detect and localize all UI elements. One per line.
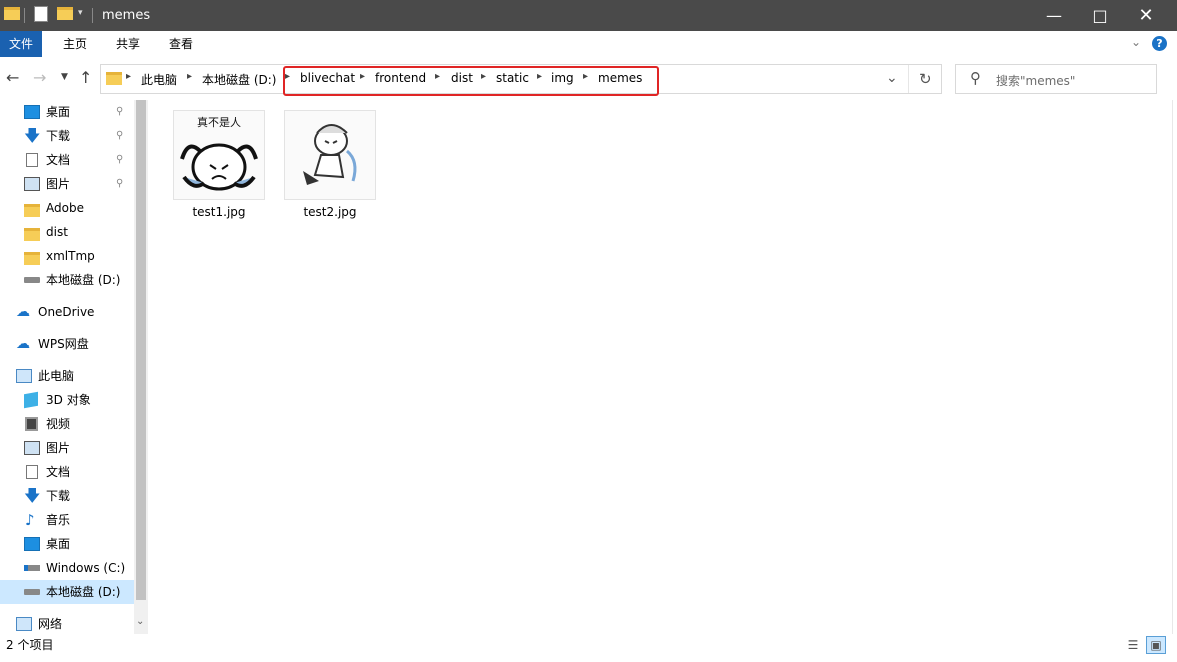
search-placeholder: 搜索"memes" <box>996 74 1076 88</box>
address-dropdown-icon[interactable]: ⌄ <box>886 70 898 86</box>
sidebar-item-videos[interactable]: 视频 <box>0 412 134 436</box>
minimize-button[interactable]: — <box>1031 0 1077 31</box>
quick-access-dropdown-icon[interactable]: ▾ <box>78 8 83 18</box>
file-thumbnail: 真不是人 <box>173 110 265 200</box>
download-icon: 🡇 <box>24 126 41 145</box>
tab-home[interactable]: 主页 <box>54 31 96 57</box>
file-name: test1.jpg <box>192 205 246 219</box>
search-input[interactable]: ⚲ 搜索"memes" <box>955 64 1157 94</box>
maximize-button[interactable]: □ <box>1077 0 1123 31</box>
sidebar-item-onedrive[interactable]: ☁ OneDrive <box>0 300 134 324</box>
sidebar-item-documents[interactable]: 文档 ⚲ <box>0 148 134 172</box>
cloud-icon: ☁ <box>16 336 30 352</box>
pin-icon[interactable]: ⚲ <box>116 172 123 196</box>
sidebar-item-xmltmp[interactable]: xmlTmp <box>0 244 134 268</box>
thumbnail-caption: 真不是人 <box>197 116 241 129</box>
folder-icon <box>24 225 40 241</box>
sidebar-item-adobe[interactable]: Adobe <box>0 196 134 220</box>
file-name: test2.jpg <box>303 205 357 219</box>
sidebar-item-downloads-pc[interactable]: 🡇 下载 <box>0 484 134 508</box>
tab-view[interactable]: 查看 <box>160 31 202 57</box>
sidebar-item-this-pc[interactable]: 此电脑 <box>0 364 134 388</box>
cube-icon <box>24 391 38 409</box>
video-icon <box>25 417 38 431</box>
folder-icon <box>4 7 20 23</box>
expand-ribbon-icon[interactable]: ⌄ <box>1131 35 1141 49</box>
breadcrumb-drive-d[interactable]: 本地磁盘 (D:) <box>202 71 276 88</box>
status-bar: 2 个项目 ☰ ▣ <box>0 634 1177 662</box>
sidebar-item-desktop[interactable]: 桌面 ⚲ <box>0 100 134 124</box>
pin-icon[interactable]: ⚲ <box>116 100 123 124</box>
properties-icon[interactable] <box>34 6 48 22</box>
sidebar-item-pictures-pc[interactable]: 图片 <box>0 436 134 460</box>
picture-icon <box>24 441 40 455</box>
sidebar-item-wps[interactable]: ☁ WPS网盘 <box>0 332 134 356</box>
up-arrow-icon[interactable]: ↑ <box>79 68 92 87</box>
sidebar-item-dist[interactable]: dist <box>0 220 134 244</box>
sidebar-item-drive-d-quick[interactable]: 本地磁盘 (D:) <box>0 268 134 292</box>
navigation-pane: 桌面 ⚲ 🡇 下载 ⚲ 文档 ⚲ 图片 ⚲ Adobe dist xmlTmp … <box>0 100 148 634</box>
document-icon <box>26 153 38 167</box>
forward-arrow-icon[interactable]: → <box>33 68 46 87</box>
back-arrow-icon[interactable]: ← <box>6 68 19 87</box>
drive-icon <box>24 277 40 283</box>
new-folder-icon[interactable] <box>57 7 73 23</box>
pin-icon[interactable]: ⚲ <box>116 148 123 172</box>
drive-icon <box>24 565 40 571</box>
ribbon: 文件 主页 共享 查看 ⌄ ? <box>0 31 1177 59</box>
right-border <box>1172 100 1177 662</box>
search-icon: ⚲ <box>970 69 981 87</box>
download-icon: 🡇 <box>24 486 41 505</box>
sidebar-item-documents-pc[interactable]: 文档 <box>0 460 134 484</box>
sidebar-item-pictures[interactable]: 图片 ⚲ <box>0 172 134 196</box>
picture-icon <box>24 177 40 191</box>
document-icon <box>26 465 38 479</box>
pin-icon[interactable]: ⚲ <box>116 124 123 148</box>
drive-icon <box>24 589 40 595</box>
folder-icon <box>24 201 40 217</box>
file-list: 真不是人 test1.jpg test2.jpg <box>150 100 1172 634</box>
sidebar-item-3d-objects[interactable]: 3D 对象 <box>0 388 134 412</box>
close-button[interactable]: ✕ <box>1123 0 1169 31</box>
sidebar-item-windows-c[interactable]: Windows (C:) <box>0 556 134 580</box>
scrollbar-thumb[interactable] <box>136 100 146 600</box>
window-title: memes <box>102 8 151 23</box>
desktop-icon <box>24 537 40 551</box>
sidebar-item-music[interactable]: ♪ 音乐 <box>0 508 134 532</box>
recent-locations-icon[interactable]: ▼ <box>61 72 68 82</box>
scroll-down-icon[interactable]: ⌄ <box>136 616 144 627</box>
desktop-icon <box>24 105 40 119</box>
breadcrumb-this-pc[interactable]: 此电脑 <box>141 71 177 88</box>
music-icon: ♪ <box>25 511 35 529</box>
network-icon <box>16 617 32 631</box>
sidebar-item-downloads[interactable]: 🡇 下载 ⚲ <box>0 124 134 148</box>
meme-drawing-2 <box>303 124 357 185</box>
file-item[interactable]: 真不是人 test1.jpg <box>169 110 269 230</box>
path-highlight-box <box>283 66 659 96</box>
sidebar-item-drive-d[interactable]: 本地磁盘 (D:) <box>0 580 134 604</box>
title-bar: ▾ memes — □ ✕ <box>0 0 1177 31</box>
sidebar-scrollbar[interactable]: ⌄ <box>134 100 148 634</box>
refresh-icon[interactable]: ↻ <box>919 70 932 88</box>
folder-icon <box>106 72 122 88</box>
cloud-icon: ☁ <box>16 304 30 320</box>
file-item[interactable]: test2.jpg <box>280 110 380 230</box>
tab-share[interactable]: 共享 <box>107 31 149 57</box>
sidebar-item-network[interactable]: 网络 <box>0 612 134 636</box>
details-view-icon[interactable]: ☰ <box>1123 636 1143 654</box>
meme-drawing-1 <box>180 143 258 191</box>
folder-icon <box>24 249 40 265</box>
file-thumbnail <box>284 110 376 200</box>
computer-icon <box>16 369 32 383</box>
item-count: 2 个项目 <box>6 638 54 652</box>
tab-file[interactable]: 文件 <box>0 31 42 57</box>
help-icon[interactable]: ? <box>1152 36 1167 51</box>
sidebar-item-desktop-pc[interactable]: 桌面 <box>0 532 134 556</box>
large-icons-view-icon[interactable]: ▣ <box>1146 636 1166 654</box>
